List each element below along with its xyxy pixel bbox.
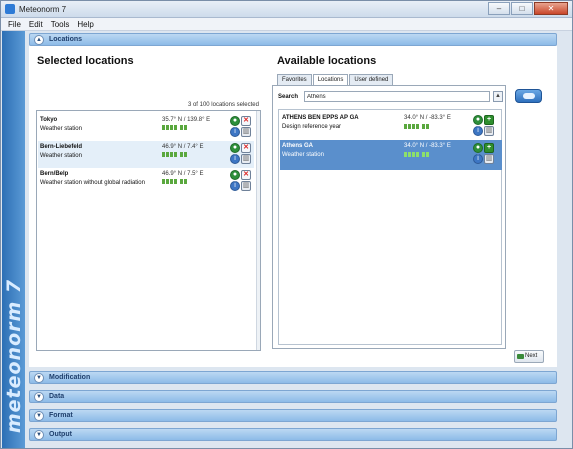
location-actions: ● ✕ i ▥ xyxy=(230,143,252,165)
plus-icon[interactable]: + xyxy=(484,143,494,153)
globe-icon[interactable]: ● xyxy=(230,116,240,126)
globe-icon[interactable]: ● xyxy=(230,143,240,153)
location-coords: 35.7° N / 139.8° E xyxy=(162,117,211,123)
search-input[interactable] xyxy=(304,91,490,102)
selected-locations-list: Tokyo Weather station 35.7° N / 139.8° E… xyxy=(36,110,261,351)
available-locations-box: Search ▲ ATHENS BEN EPPS AP GA Design re… xyxy=(272,85,506,349)
selected-count: 3 of 100 locations selected xyxy=(187,102,259,108)
close-button[interactable]: ✕ xyxy=(534,2,568,15)
chevron-up-icon: ▲ xyxy=(34,35,44,45)
title-bar: Meteonorm 7 – □ ✕ xyxy=(1,1,572,18)
next-button[interactable]: Next xyxy=(514,350,544,363)
section-locations-label: Locations xyxy=(49,36,83,43)
search-icon[interactable]: ▲ xyxy=(493,91,503,102)
menu-file[interactable]: File xyxy=(8,20,21,29)
delete-x-icon[interactable]: ✕ xyxy=(241,170,251,180)
minimize-button[interactable]: – xyxy=(488,2,510,15)
menu-edit[interactable]: Edit xyxy=(29,20,43,29)
location-name: Athens GA xyxy=(282,143,314,149)
globe-icon[interactable]: ● xyxy=(473,143,483,153)
chart-icon[interactable]: ▥ xyxy=(484,126,494,136)
location-actions: ● + i ▥ xyxy=(473,143,495,165)
location-type: Weather station xyxy=(282,152,324,158)
chevron-down-icon: ▼ xyxy=(34,392,44,402)
chart-icon[interactable]: ▥ xyxy=(484,154,494,164)
next-button-label: Next xyxy=(525,353,538,359)
plus-icon[interactable]: + xyxy=(484,115,494,125)
section-output[interactable]: ▼ Output xyxy=(29,428,557,441)
chevron-down-icon: ▼ xyxy=(34,373,44,383)
selected-location-item[interactable]: Tokyo Weather station 35.7° N / 139.8° E… xyxy=(38,114,254,141)
location-type: Weather station without global radiation xyxy=(40,180,145,186)
data-quality-bars xyxy=(404,124,429,129)
chevron-down-icon: ▼ xyxy=(34,411,44,421)
chart-icon[interactable]: ▥ xyxy=(241,154,251,164)
selected-list-scrollbar[interactable] xyxy=(256,111,260,350)
search-label: Search xyxy=(278,94,299,100)
delete-x-icon[interactable]: ✕ xyxy=(241,143,251,153)
tab-user-defined[interactable]: User defined xyxy=(349,74,394,85)
app-window: Meteonorm 7 – □ ✕ File Edit Tools Help m… xyxy=(0,0,573,449)
available-locations-title: Available locations xyxy=(277,55,377,67)
go-arrow-icon[interactable] xyxy=(515,89,542,103)
brand-text: meteonorm 7 xyxy=(2,278,25,434)
info-icon[interactable]: i xyxy=(230,127,240,137)
section-data-label: Data xyxy=(49,393,65,400)
location-coords: 46.9° N / 7.5° E xyxy=(162,171,204,177)
selected-location-item[interactable]: Bern/Belp Weather station without global… xyxy=(38,168,254,195)
location-name: Bern/Belp xyxy=(40,171,69,177)
location-coords: 34.0° N / -83.3° E xyxy=(404,115,451,121)
window-controls: – □ ✕ xyxy=(488,2,568,15)
globe-icon[interactable]: ● xyxy=(473,115,483,125)
section-modification-label: Modification xyxy=(49,374,91,381)
location-actions: ● ✕ i ▥ xyxy=(230,116,252,138)
menu-tools[interactable]: Tools xyxy=(51,20,70,29)
data-quality-bars xyxy=(162,179,187,184)
chart-icon[interactable]: ▥ xyxy=(241,127,251,137)
location-actions: ● ✕ i ▥ xyxy=(230,170,252,192)
data-quality-bars xyxy=(162,125,187,130)
available-location-item[interactable]: ATHENS BEN EPPS AP GA Design reference y… xyxy=(280,112,502,142)
locations-panel: Selected locations 3 of 100 locations se… xyxy=(29,46,557,367)
section-format[interactable]: ▼ Format xyxy=(29,409,557,422)
location-name: ATHENS BEN EPPS AP GA xyxy=(282,115,359,121)
globe-icon[interactable]: ● xyxy=(230,170,240,180)
location-coords: 34.0° N / -83.3° E xyxy=(404,143,451,149)
location-type: Design reference year xyxy=(282,124,342,130)
app-icon xyxy=(5,4,15,14)
chart-icon[interactable]: ▥ xyxy=(241,181,251,191)
location-type: Weather station xyxy=(40,126,82,132)
menu-help[interactable]: Help xyxy=(77,20,93,29)
available-locations-list: ATHENS BEN EPPS AP GA Design reference y… xyxy=(278,109,502,345)
section-modification[interactable]: ▼ Modification xyxy=(29,371,557,384)
window-title: Meteonorm 7 xyxy=(19,5,67,14)
data-quality-bars xyxy=(162,152,187,157)
location-name: Tokyo xyxy=(40,117,58,123)
info-icon[interactable]: i xyxy=(473,154,483,164)
tab-favorites[interactable]: Favorites xyxy=(277,74,312,85)
menu-bar: File Edit Tools Help xyxy=(1,18,572,31)
delete-x-icon[interactable]: ✕ xyxy=(241,116,251,126)
location-coords: 46.9° N / 7.4° E xyxy=(162,144,204,150)
section-format-label: Format xyxy=(49,412,73,419)
brand-logo: meteonorm 7 xyxy=(2,276,25,436)
section-output-label: Output xyxy=(49,431,72,438)
next-arrow-icon xyxy=(517,354,524,359)
location-actions: ● + i ▥ xyxy=(473,115,495,137)
section-data[interactable]: ▼ Data xyxy=(29,390,557,403)
brand-sidebar: meteonorm 7 xyxy=(2,31,25,448)
chevron-down-icon: ▼ xyxy=(34,430,44,440)
maximize-button[interactable]: □ xyxy=(511,2,533,15)
section-locations[interactable]: ▲ Locations xyxy=(29,33,557,46)
selected-locations-title: Selected locations xyxy=(37,55,134,67)
info-icon[interactable]: i xyxy=(230,154,240,164)
available-location-item-selected[interactable]: Athens GA Weather station 34.0° N / -83.… xyxy=(280,140,502,170)
location-name: Bern-Liebefeld xyxy=(40,144,83,150)
data-quality-bars xyxy=(404,152,429,157)
info-icon[interactable]: i xyxy=(230,181,240,191)
location-type: Weather station xyxy=(40,153,82,159)
selected-location-item[interactable]: Bern-Liebefeld Weather station 46.9° N /… xyxy=(38,141,254,168)
info-icon[interactable]: i xyxy=(473,126,483,136)
